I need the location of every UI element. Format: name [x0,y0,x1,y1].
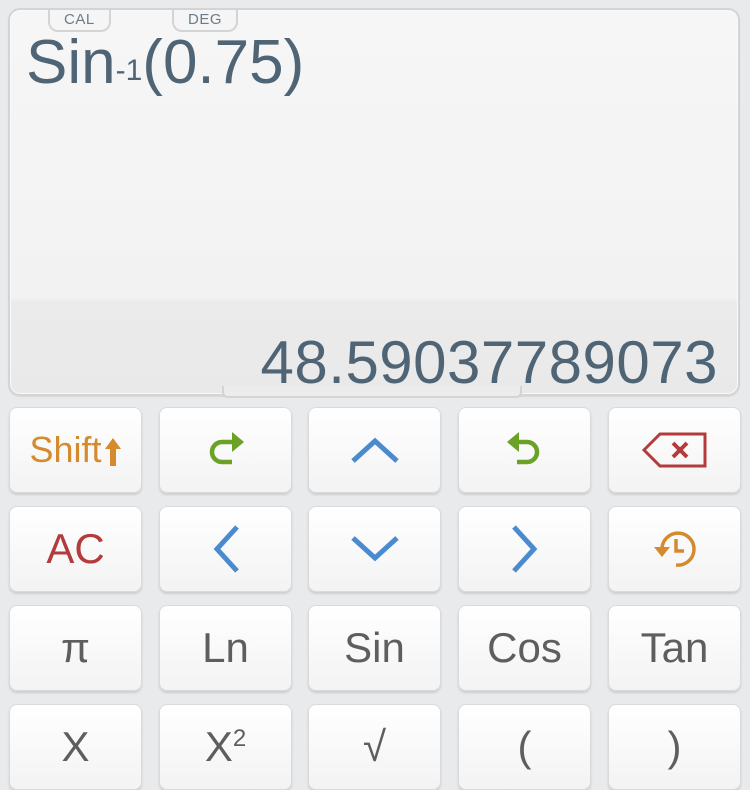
tan-button[interactable]: Tan [608,605,741,691]
pi-label: π [61,624,90,671]
chevron-left-icon [213,525,239,573]
chevron-down-icon [350,536,399,562]
chevron-right-icon [511,525,537,573]
close-paren-button[interactable]: ) [608,704,741,790]
sqrt-label: √ [362,723,387,770]
history-icon [653,531,696,567]
sin-label: Sin [344,624,405,671]
display-bottom-step [222,386,522,398]
undo-icon [506,432,539,465]
backspace-icon [641,432,706,468]
history-button[interactable] [608,506,741,592]
right-button[interactable] [458,506,591,592]
shift-label: Shift [29,429,102,470]
all-clear-button[interactable]: AC [9,506,142,592]
shift-button[interactable]: Shift [9,407,142,493]
undo-button[interactable] [458,407,591,493]
sin-button[interactable]: Sin [308,605,441,691]
all-clear-label: AC [46,525,105,572]
tan-label: Tan [640,624,709,671]
cos-button[interactable]: Cos [458,605,591,691]
close-paren-label: ) [667,723,682,770]
open-paren-label: ( [517,723,532,770]
redo-icon [209,432,244,465]
pi-button[interactable]: π [9,605,142,691]
x-squared-exponent: 2 [232,725,247,752]
x-squared-label: X2 [205,723,246,771]
x-label: X [61,723,90,770]
redo-button[interactable] [159,407,292,493]
cos-label: Cos [487,624,562,671]
x-button[interactable]: X [9,704,142,790]
down-button[interactable] [308,506,441,592]
expression-args: (0.75) [142,28,305,97]
x-squared-base: X [204,723,233,770]
up-button[interactable] [308,407,441,493]
chevron-up-icon [350,437,399,463]
x-squared-button[interactable]: X2 [159,704,292,790]
sqrt-button[interactable]: √ [308,704,441,790]
ln-button[interactable]: Ln [159,605,292,691]
expression-func: Sin [26,28,116,97]
open-paren-button[interactable]: ( [458,704,591,790]
expression-superscript: -1 [115,54,143,87]
arrow-up-icon [104,438,121,466]
expression-display: Sin-1(0.75) [26,28,304,98]
ln-label: Ln [202,624,249,671]
backspace-button[interactable] [608,407,741,493]
display-panel: CAL DEG Sin-1(0.75) 48.59037789073 [8,8,740,396]
left-button[interactable] [159,506,292,592]
